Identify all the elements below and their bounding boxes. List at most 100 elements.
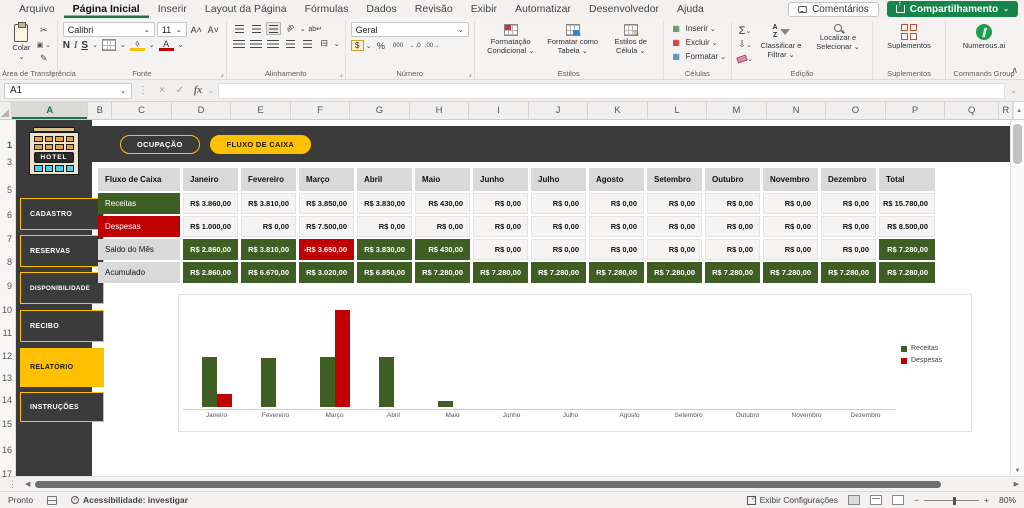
row-header-9[interactable]: 9 (7, 281, 12, 291)
insert-cells-button[interactable]: ▦ Inserir⌄ (669, 22, 726, 35)
zoom-out-icon[interactable]: − (914, 495, 919, 505)
menu-tab-revisão[interactable]: Revisão (406, 0, 462, 18)
sidebar-button-reservas[interactable]: RESERVAS (20, 235, 104, 267)
row-header-13[interactable]: 13 (2, 373, 12, 383)
column-header-A[interactable]: A (12, 102, 88, 119)
increase-decimal-icon[interactable]: ←.0 (408, 39, 423, 52)
row-label[interactable]: Despesas (98, 216, 180, 237)
orientation-icon[interactable]: ab (280, 19, 300, 39)
table-cell[interactable]: R$ 8.500,00 (879, 216, 935, 237)
column-header-G[interactable]: G (350, 102, 410, 119)
addins-button[interactable]: Suplementos (878, 22, 940, 53)
delete-cells-button[interactable]: ▦ Excluir⌄ (669, 36, 726, 49)
sort-filter-button[interactable]: AZ Classificar e Filtrar ⌄ (753, 22, 809, 62)
scroll-right-icon[interactable]: ▶ (1011, 480, 1022, 488)
table-cell[interactable]: R$ 430,00 (415, 239, 470, 260)
table-header-março[interactable]: Março (299, 168, 354, 191)
increase-font-icon[interactable]: A˄ (189, 23, 204, 36)
table-cell[interactable]: R$ 0,00 (589, 193, 644, 214)
dialog-launcher-icon[interactable]: ⌟ (221, 70, 224, 78)
table-cell[interactable]: R$ 7.280,00 (821, 262, 876, 283)
row-header-1[interactable]: 1 (7, 140, 12, 150)
row-label[interactable]: Acumulado (98, 262, 180, 283)
sidebar-button-cadastro[interactable]: CADASTRO (20, 198, 104, 230)
borders-icon[interactable] (102, 39, 116, 51)
column-header-M[interactable]: M (707, 102, 767, 119)
scroll-left-icon[interactable]: ◀ (22, 480, 33, 488)
table-cell[interactable]: R$ 7.280,00 (589, 262, 644, 283)
wrap-text-icon[interactable]: ab↵ (308, 22, 323, 35)
row-header-5[interactable]: 5 (7, 185, 12, 195)
dialog-launcher-icon[interactable]: ⌟ (52, 70, 55, 78)
decrease-font-icon[interactable]: A˅ (206, 23, 221, 36)
enter-icon[interactable]: ✓ (172, 85, 188, 96)
column-header-E[interactable]: E (231, 102, 291, 119)
menu-tab-exibir[interactable]: Exibir (462, 0, 506, 18)
sidebar-button-recibo[interactable]: RECIBO (20, 310, 104, 342)
copy-icon[interactable]: ▣ ⌄ (36, 38, 52, 51)
sidebar-button-disponibilidade[interactable]: DISPONIBILIDADE (20, 272, 104, 304)
autosum-icon[interactable]: Σ ⌄ (737, 24, 753, 37)
column-header-I[interactable]: I (469, 102, 529, 119)
table-cell[interactable]: R$ 0,00 (473, 239, 528, 260)
column-header-P[interactable]: P (886, 102, 946, 119)
fill-icon[interactable]: ⇩ ⌄ (737, 38, 753, 51)
table-cell[interactable]: R$ 0,00 (821, 216, 876, 237)
dialog-launcher-icon[interactable]: ⌟ (468, 70, 471, 78)
percent-icon[interactable]: % (374, 39, 389, 52)
align-bottom-icon[interactable] (266, 22, 281, 35)
scroll-up-icon[interactable]: ▲ (1013, 102, 1024, 119)
table-cell[interactable]: R$ 0,00 (531, 193, 586, 214)
cashflow-chart[interactable]: ReceitasDespesas JaneiroFevereiroMarçoAb… (178, 294, 972, 432)
align-left-icon[interactable] (232, 37, 247, 50)
column-header-R[interactable]: R (999, 102, 1013, 119)
row-header-11[interactable]: 11 (3, 328, 12, 338)
column-header-K[interactable]: K (588, 102, 648, 119)
table-header-setembro[interactable]: Setembro (647, 168, 702, 191)
table-header-agosto[interactable]: Agosto (589, 168, 644, 191)
table-header-dezembro[interactable]: Dezembro (821, 168, 876, 191)
table-cell[interactable]: R$ 0,00 (415, 216, 470, 237)
accessibility-status[interactable]: Acessibilidade: investigar (71, 495, 188, 505)
table-header-label[interactable]: Fluxo de Caixa (98, 168, 180, 191)
table-header-maio[interactable]: Maio (415, 168, 470, 191)
row-header-17[interactable]: 17 (2, 469, 12, 479)
cut-icon[interactable]: ✂ (36, 24, 52, 37)
zoom-slider-thumb[interactable] (953, 497, 956, 505)
table-cell[interactable]: R$ 0,00 (763, 193, 818, 214)
table-cell[interactable]: R$ 0,00 (705, 239, 760, 260)
table-cell[interactable]: R$ 0,00 (473, 193, 528, 214)
table-cell[interactable]: R$ 0,00 (589, 216, 644, 237)
formula-bar-expand-icon[interactable]: ⌄ (1007, 86, 1020, 95)
dialog-launcher-icon[interactable]: ⌟ (339, 70, 342, 78)
menu-tab-layout-da-página[interactable]: Layout da Página (196, 0, 296, 18)
table-cell[interactable]: R$ 7.280,00 (415, 262, 470, 283)
column-header-D[interactable]: D (172, 102, 232, 119)
column-header-O[interactable]: O (826, 102, 886, 119)
column-header-L[interactable]: L (648, 102, 708, 119)
accounting-format-icon[interactable]: $ (351, 40, 364, 51)
row-header-7[interactable]: 7 (7, 234, 12, 244)
column-header-Q[interactable]: Q (945, 102, 999, 119)
name-box[interactable]: A1 ⌄ (4, 83, 132, 99)
vertical-scrollbar[interactable]: ▼ (1010, 120, 1024, 476)
zoom-level[interactable]: 80% (999, 495, 1016, 505)
column-header-N[interactable]: N (767, 102, 827, 119)
table-cell[interactable]: R$ 7.280,00 (879, 262, 935, 283)
merge-center-icon[interactable]: ⊟ (317, 37, 332, 50)
sidebar-button-relatório[interactable]: RELATÓRIO (20, 348, 104, 387)
row-label[interactable]: Receitas (98, 193, 180, 214)
table-header-outubro[interactable]: Outubro (705, 168, 760, 191)
table-cell[interactable]: R$ 0,00 (531, 239, 586, 260)
italic-icon[interactable]: I (74, 40, 77, 51)
increase-indent-icon[interactable] (300, 37, 315, 50)
format-as-table-button[interactable]: ✎ Formatar como Tabela ⌄ (542, 22, 604, 58)
column-header-H[interactable]: H (410, 102, 470, 119)
table-header-total[interactable]: Total (879, 168, 935, 191)
share-button[interactable]: Compartilhamento ⌄ (887, 1, 1018, 17)
table-cell[interactable]: R$ 0,00 (531, 216, 586, 237)
table-cell[interactable]: R$ 0,00 (705, 216, 760, 237)
page-break-view-icon[interactable] (892, 495, 904, 505)
table-cell[interactable]: R$ 0,00 (589, 239, 644, 260)
table-cell[interactable]: R$ 1.000,00 (183, 216, 238, 237)
